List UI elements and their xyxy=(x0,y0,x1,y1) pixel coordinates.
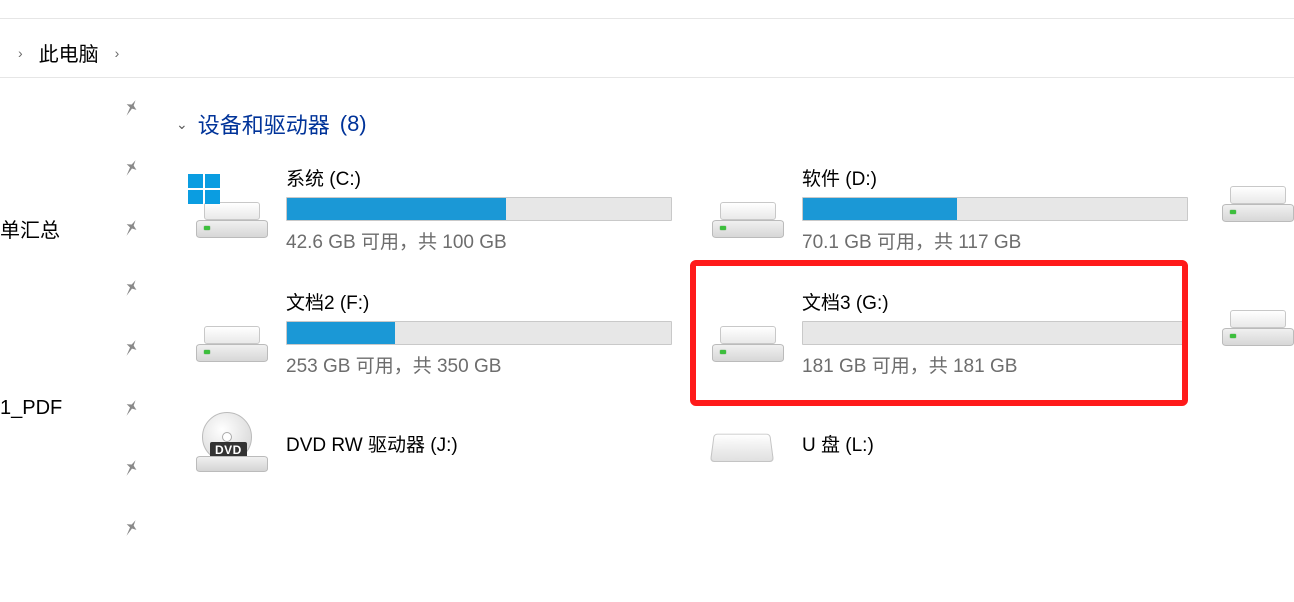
drive-title: 软件 (D:) xyxy=(802,164,1188,191)
drive-title: 系统 (C:) xyxy=(286,164,672,191)
drive-item[interactable] xyxy=(1222,164,1294,222)
drive-item-g[interactable]: 文档3 (G:) 181 GB 可用，共 181 GB xyxy=(712,288,1188,378)
drive-icon xyxy=(196,304,268,362)
chevron-down-icon: ⌄ xyxy=(176,116,188,133)
drive-title: DVD RW 驱动器 (J:) xyxy=(286,430,672,457)
sidebar-item[interactable] xyxy=(0,498,160,558)
drive-icon xyxy=(712,180,784,238)
drive-icon xyxy=(1222,164,1294,222)
sidebar-item[interactable]: 单汇总 xyxy=(0,198,160,258)
drive-title: 文档2 (F:) xyxy=(286,288,672,315)
drive-item-c[interactable]: 系统 (C:) 42.6 GB 可用，共 100 GB xyxy=(196,164,672,254)
pin-icon xyxy=(119,276,144,301)
drive-item-f[interactable]: 文档2 (F:) 253 GB 可用，共 350 GB xyxy=(196,288,672,378)
drive-item-usb[interactable]: U 盘 (L:) xyxy=(712,414,1188,472)
pin-icon xyxy=(119,456,144,481)
drive-status: 70.1 GB 可用，共 117 GB xyxy=(802,227,1188,254)
sidebar-item[interactable] xyxy=(0,78,160,138)
capacity-bar xyxy=(802,197,1188,221)
section-title: 设备和驱动器 xyxy=(198,108,330,140)
sidebar-item[interactable] xyxy=(0,258,160,318)
drive-item-dvd[interactable]: DVD DVD RW 驱动器 (J:) xyxy=(196,414,672,472)
sidebar-quickaccess: 单汇总 1_PDF xyxy=(0,78,160,602)
pin-icon xyxy=(119,396,144,421)
drive-item-d[interactable]: 软件 (D:) 70.1 GB 可用，共 117 GB xyxy=(712,164,1188,254)
pin-icon xyxy=(119,516,144,541)
sidebar-item[interactable] xyxy=(0,138,160,198)
drive-icon xyxy=(712,304,784,362)
breadcrumb-location[interactable]: 此电脑 xyxy=(33,38,105,67)
drive-title: 文档3 (G:) xyxy=(802,288,1188,315)
capacity-bar xyxy=(802,321,1188,345)
drive-status: 42.6 GB 可用，共 100 GB xyxy=(286,227,672,254)
optical-drive-icon: DVD xyxy=(196,414,268,472)
drive-status: 253 GB 可用，共 350 GB xyxy=(286,351,672,378)
usb-drive-icon xyxy=(712,414,784,472)
chevron-right-icon: › xyxy=(105,45,130,61)
sidebar-item[interactable] xyxy=(0,318,160,378)
pin-icon xyxy=(119,336,144,361)
pin-icon xyxy=(119,156,144,181)
capacity-bar xyxy=(286,197,672,221)
drive-title: U 盘 (L:) xyxy=(802,430,1188,457)
pin-icon xyxy=(119,216,144,241)
chevron-right-icon: › xyxy=(8,45,33,61)
breadcrumb[interactable]: › 此电脑 › xyxy=(0,28,1294,78)
pin-icon xyxy=(119,96,144,121)
drive-icon xyxy=(196,180,268,238)
capacity-bar xyxy=(286,321,672,345)
window-top-strip xyxy=(0,0,1294,19)
sidebar-item[interactable] xyxy=(0,438,160,498)
drive-status: 181 GB 可用，共 181 GB xyxy=(802,351,1188,378)
windows-logo-icon xyxy=(188,174,222,206)
main-content: ⌄ 设备和驱动器 (8) 系统 (C:) 42.6 GB 可用，共 100 GB xyxy=(160,78,1294,602)
sidebar-item[interactable]: 1_PDF xyxy=(0,378,160,438)
section-header-devices[interactable]: ⌄ 设备和驱动器 (8) xyxy=(172,108,1294,140)
drive-item[interactable] xyxy=(1222,288,1294,346)
drive-icon xyxy=(1222,288,1294,346)
section-count: (8) xyxy=(340,111,367,137)
